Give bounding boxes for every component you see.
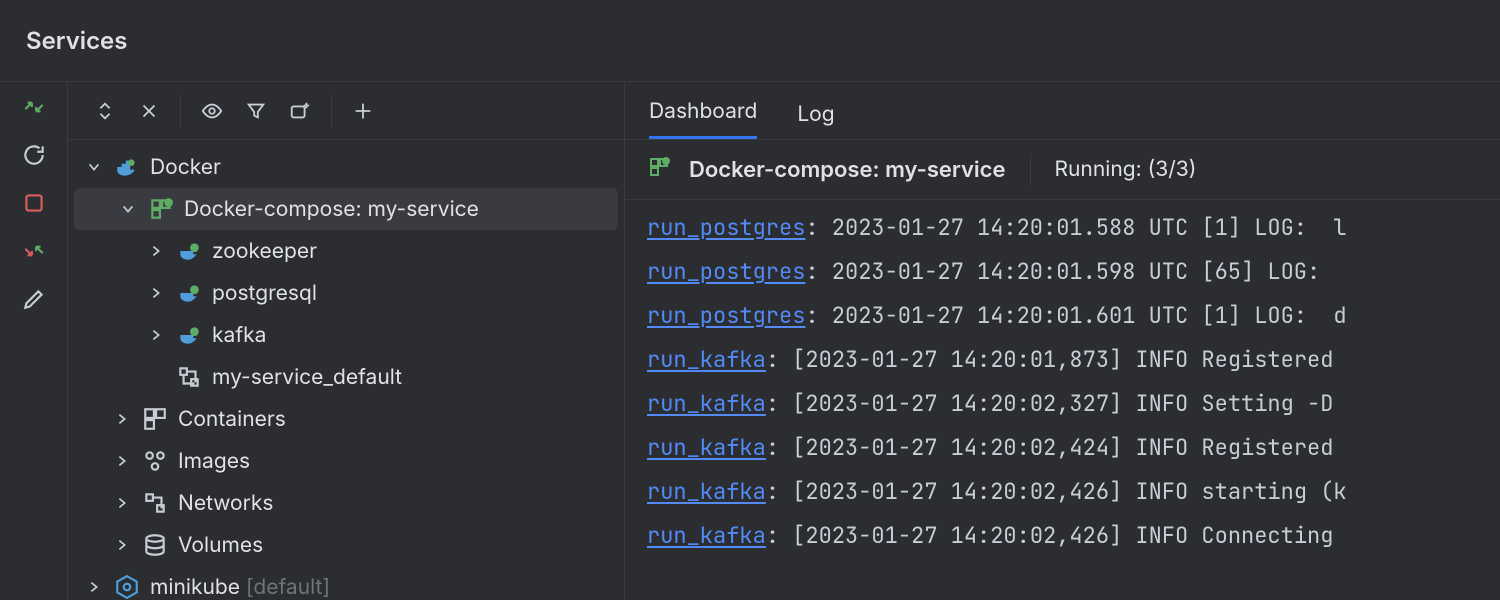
container-running-icon <box>176 322 202 348</box>
connect-double-arrow-icon[interactable] <box>19 92 49 122</box>
console-line: run_kafka: [2023-01-27 14:20:02,426] INF… <box>647 514 1500 558</box>
console-source-link[interactable]: run_postgres <box>647 301 805 330</box>
workspace: Docker Docker-compose: my-service zookee… <box>0 82 1500 600</box>
content-tabs: Dashboard Log <box>625 82 1500 140</box>
container-running-icon <box>176 238 202 264</box>
node-label: Volumes <box>178 533 263 558</box>
console-line: run_postgres: 2023-01-27 14:20:01.588 UT… <box>647 206 1500 250</box>
console-text: : [2023-01-27 14:20:02,426] INFO Connect… <box>766 521 1347 550</box>
node-label: Networks <box>178 491 273 516</box>
vertical-action-gutter <box>0 82 68 600</box>
node-label: kafka <box>212 323 266 348</box>
console-text: : 2023-01-27 14:20:01.598 UTC [65] LOG: <box>805 257 1346 286</box>
node-label: my-service_default <box>212 365 402 390</box>
networks-icon <box>142 490 168 516</box>
dashboard-status: Running: (3/3) <box>1055 157 1197 182</box>
volumes-icon <box>142 532 168 558</box>
container-running-icon <box>176 280 202 306</box>
docker-icon <box>114 154 140 180</box>
chevron-down-icon[interactable] <box>84 160 104 174</box>
node-label: Docker-compose: my-service <box>184 197 479 222</box>
node-label: Docker <box>150 155 221 180</box>
console-text: : [2023-01-27 14:20:02,426] INFO startin… <box>766 477 1347 506</box>
tree-node-networks[interactable]: Networks <box>68 482 624 524</box>
chevron-right-icon[interactable] <box>146 328 166 342</box>
kubernetes-icon <box>114 574 140 600</box>
console-line: run_kafka: [2023-01-27 14:20:02,327] INF… <box>647 382 1500 426</box>
tree-node-network-default[interactable]: my-service_default <box>68 356 624 398</box>
chevron-right-icon[interactable] <box>146 244 166 258</box>
images-icon <box>142 448 168 474</box>
console-source-link[interactable]: run_kafka <box>647 433 766 462</box>
console-line: run_kafka: [2023-01-27 14:20:01,873] INF… <box>647 338 1500 382</box>
console-source-link[interactable]: run_postgres <box>647 213 805 242</box>
chevron-right-icon[interactable] <box>84 580 104 594</box>
console-text: : 2023-01-27 14:20:01.601 UTC [1] LOG: d <box>805 301 1346 330</box>
new-tab-icon[interactable] <box>287 98 313 124</box>
edit-icon[interactable] <box>19 284 49 314</box>
expand-collapse-icon[interactable] <box>92 98 118 124</box>
chevron-down-icon[interactable] <box>118 202 138 216</box>
node-label: postgresql <box>212 281 317 306</box>
close-icon[interactable] <box>136 98 162 124</box>
toolwindow-title: Services <box>0 0 1500 82</box>
node-label: zookeeper <box>212 239 317 264</box>
console-text: : [2023-01-27 14:20:02,424] INFO Registe… <box>766 433 1347 462</box>
compose-icon <box>148 196 174 222</box>
add-icon[interactable] <box>350 98 376 124</box>
console-source-link[interactable]: run_kafka <box>647 345 766 374</box>
tree-node-images[interactable]: Images <box>68 440 624 482</box>
tree-node-minikube[interactable]: minikube [default] <box>68 566 624 600</box>
services-tree-panel: Docker Docker-compose: my-service zookee… <box>68 82 625 600</box>
compose-icon <box>647 155 671 185</box>
console-text: : [2023-01-27 14:20:02,327] INFO Setting… <box>766 389 1334 418</box>
node-label: Images <box>178 449 250 474</box>
tree-node-docker[interactable]: Docker <box>68 146 624 188</box>
console-line: run_postgres: 2023-01-27 14:20:01.601 UT… <box>647 294 1500 338</box>
disconnect-double-arrow-icon[interactable] <box>19 236 49 266</box>
console-line: run_kafka: [2023-01-27 14:20:02,424] INF… <box>647 426 1500 470</box>
tree-node-postgresql[interactable]: postgresql <box>68 272 624 314</box>
node-label: minikube [default] <box>150 575 330 600</box>
containers-icon <box>142 406 168 432</box>
content-panel: Dashboard Log Docker-compose: my-service… <box>625 82 1500 600</box>
chevron-right-icon[interactable] <box>112 538 132 552</box>
tree-toolbar <box>68 82 624 140</box>
tab-dashboard[interactable]: Dashboard <box>649 99 757 139</box>
console-output[interactable]: run_postgres: 2023-01-27 14:20:01.588 UT… <box>625 200 1500 600</box>
tab-log[interactable]: Log <box>797 102 834 139</box>
dashboard-header: Docker-compose: my-service Running: (3/3… <box>625 140 1500 200</box>
console-line: run_postgres: 2023-01-27 14:20:01.598 UT… <box>647 250 1500 294</box>
dashboard-title: Docker-compose: my-service <box>689 157 1006 183</box>
console-text: : [2023-01-27 14:20:01,873] INFO Registe… <box>766 345 1347 374</box>
chevron-right-icon[interactable] <box>112 496 132 510</box>
console-line: run_kafka: [2023-01-27 14:20:02,426] INF… <box>647 470 1500 514</box>
tree-node-volumes[interactable]: Volumes <box>68 524 624 566</box>
view-icon[interactable] <box>199 98 225 124</box>
chevron-right-icon[interactable] <box>146 286 166 300</box>
console-source-link[interactable]: run_kafka <box>647 389 766 418</box>
filter-icon[interactable] <box>243 98 269 124</box>
network-icon <box>176 364 202 390</box>
console-source-link[interactable]: run_kafka <box>647 477 766 506</box>
separator <box>331 95 332 127</box>
tree-node-containers[interactable]: Containers <box>68 398 624 440</box>
chevron-right-icon[interactable] <box>112 412 132 426</box>
separator <box>1030 154 1031 186</box>
console-source-link[interactable]: run_postgres <box>647 257 805 286</box>
separator <box>180 95 181 127</box>
tree-node-kafka[interactable]: kafka <box>68 314 624 356</box>
chevron-right-icon[interactable] <box>112 454 132 468</box>
tree-node-zookeeper[interactable]: zookeeper <box>68 230 624 272</box>
tree-node-compose[interactable]: Docker-compose: my-service <box>74 188 618 230</box>
console-source-link[interactable]: run_kafka <box>647 521 766 550</box>
services-tree[interactable]: Docker Docker-compose: my-service zookee… <box>68 140 624 600</box>
title-text: Services <box>26 26 127 55</box>
refresh-icon[interactable] <box>19 140 49 170</box>
console-text: : 2023-01-27 14:20:01.588 UTC [1] LOG: l <box>805 213 1346 242</box>
node-label: Containers <box>178 407 286 432</box>
stop-icon[interactable] <box>19 188 49 218</box>
